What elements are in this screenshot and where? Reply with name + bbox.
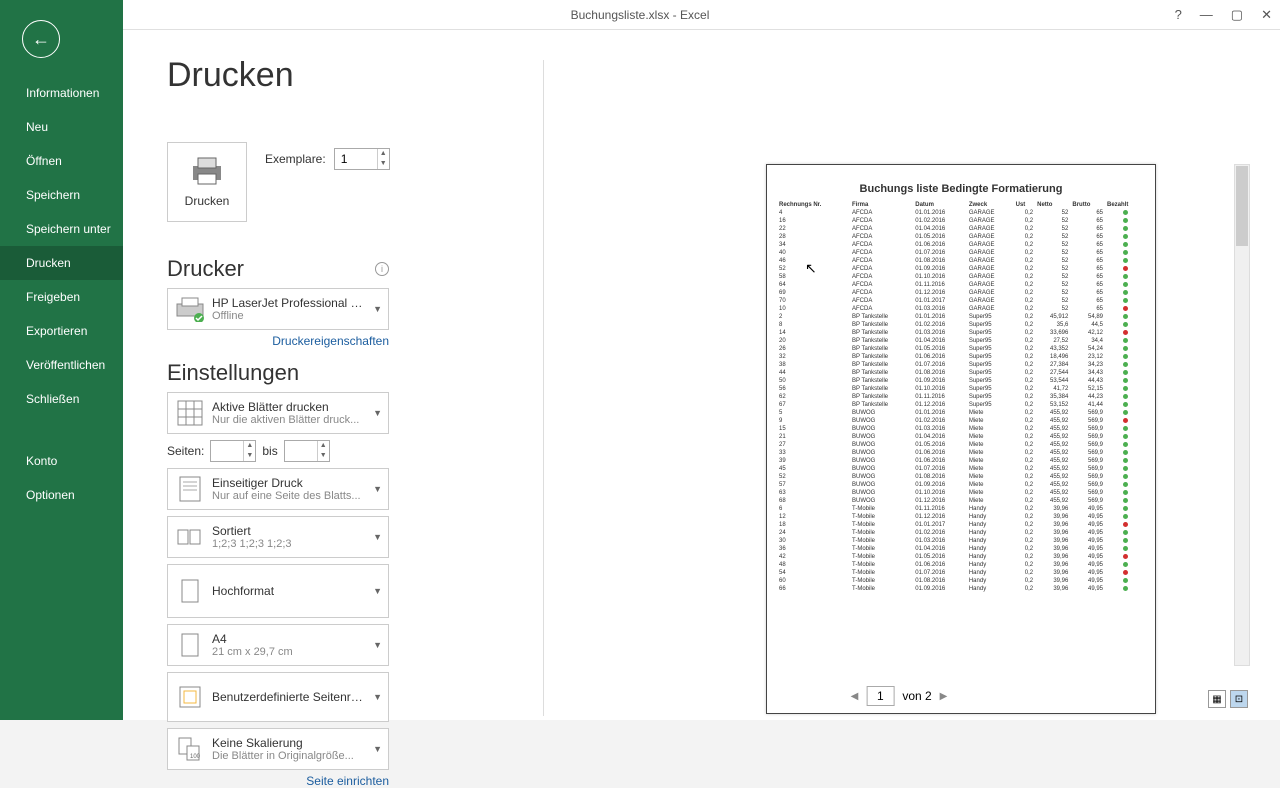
chevron-down-icon: ▼ [373,304,382,314]
close-icon[interactable]: ✕ [1261,7,1272,23]
sidebar-item-optionen[interactable]: Optionen [0,478,123,512]
sides-sub: Nur auf eine Seite des Blatts... [212,490,361,502]
printer-section-header: Drucker [167,256,389,282]
copies-spinner[interactable]: ▲▼ [377,149,389,169]
current-page-input[interactable] [866,686,894,706]
maximize-icon[interactable]: ▢ [1231,7,1243,23]
preview-doc-title: Buchungs liste Bedingte Formatierung [777,183,1145,195]
page-icon [174,629,206,661]
arrow-left-icon: ← [32,29,50,50]
scaling-dropdown[interactable]: 100 Keine SkalierungDie Blätter in Origi… [167,728,389,770]
scroll-thumb[interactable] [1236,166,1248,246]
show-margins-button[interactable]: ▦ [1208,690,1226,708]
info-icon[interactable]: i [375,262,389,276]
collate-sub: 1;2;3 1;2;3 1;2;3 [212,538,292,550]
scaling-title: Keine Skalierung [212,736,354,750]
orientation-dropdown[interactable]: Hochformat ▼ [167,564,389,618]
back-button[interactable]: ← [22,20,60,58]
chevron-down-icon: ▼ [373,408,382,418]
page-total-label: von 2 [902,689,931,703]
sidebar-item-schließen[interactable]: Schließen [0,382,123,416]
scaling-sub: Die Blätter in Originalgröße... [212,750,354,762]
sheets-icon [174,397,206,429]
page-single-icon [174,473,206,505]
margins-title: Benutzerdefinierte Seitenrän... [212,690,368,704]
sidebar-item-veröffentlichen[interactable]: Veröffentlichen [0,348,123,382]
preview-page: Buchungs liste Bedingte Formatierung Rec… [766,164,1156,714]
printer-status: Offline [212,310,368,322]
margins-icon [174,681,206,713]
content-area: Drucken Drucken Exemplare: ▲▼ Drucker i … [123,30,1280,720]
collate-icon [174,521,206,553]
titlebar: Buchungsliste.xlsx - Excel ? — ▢ ✕ [0,0,1280,30]
print-button-label: Drucken [185,194,230,208]
next-page-button[interactable]: ▶ [940,691,948,702]
copies-label: Exemplare: [265,152,326,166]
size-title: A4 [212,632,293,646]
papersize-dropdown[interactable]: A421 cm x 29,7 cm ▼ [167,624,389,666]
sidebar-item-öffnen[interactable]: Öffnen [0,144,123,178]
page-setup-link[interactable]: Seite einrichten [167,774,389,788]
print-preview-area: Buchungs liste Bedingte Formatierung Rec… [543,60,1254,716]
sidebar-item-speichern-unter[interactable]: Speichern unter [0,212,123,246]
minimize-icon[interactable]: — [1200,7,1213,22]
chevron-down-icon: ▼ [373,586,382,596]
svg-text:100: 100 [190,754,201,760]
print-what-title: Aktive Blätter drucken [212,400,359,414]
zoom-to-page-button[interactable]: ⊡ [1230,690,1248,708]
sidebar-item-neu[interactable]: Neu [0,110,123,144]
sides-dropdown[interactable]: Einseitiger DruckNur auf eine Seite des … [167,468,389,510]
collate-dropdown[interactable]: Sortiert1;2;3 1;2;3 1;2;3 ▼ [167,516,389,558]
printer-name: HP LaserJet Professional CP... [212,296,368,310]
settings-section-header: Einstellungen [167,360,389,386]
help-icon[interactable]: ? [1175,7,1182,22]
orientation-title: Hochformat [212,584,274,598]
print-what-dropdown[interactable]: Aktive Blätter drucken Nur die aktiven B… [167,392,389,434]
chevron-down-icon: ▼ [373,640,382,650]
sidebar-item-exportieren[interactable]: Exportieren [0,314,123,348]
chevron-down-icon: ▼ [373,692,382,702]
pages-label: Seiten: [167,444,204,458]
sidebar-item-informationen[interactable]: Informationen [0,76,123,110]
chevron-down-icon: ▼ [373,532,382,542]
chevron-down-icon: ▼ [373,484,382,494]
print-button[interactable]: Drucken [167,142,247,222]
printer-dropdown[interactable]: HP LaserJet Professional CP... Offline ▼ [167,288,389,330]
scaling-icon: 100 [174,733,206,765]
prev-page-button[interactable]: ◀ [851,691,859,702]
preview-table: Rechnungs Nr.FirmaDatumZweckUstNettoBrut… [777,201,1145,593]
page-navigation: ◀ von 2 ▶ [851,686,948,706]
sidebar-item-drucken[interactable]: Drucken [0,246,123,280]
pages-to-label: bis [262,444,277,458]
window-title: Buchungsliste.xlsx - Excel [571,8,710,22]
pages-to-spinner[interactable]: ▲▼ [317,441,329,461]
sidebar-item-konto[interactable]: Konto [0,444,123,478]
preview-scrollbar[interactable] [1234,164,1250,666]
printer-icon [189,156,225,186]
margins-dropdown[interactable]: Benutzerdefinierte Seitenrän... ▼ [167,672,389,722]
print-what-sub: Nur die aktiven Blätter druck... [212,414,359,426]
sidebar-item-speichern[interactable]: Speichern [0,178,123,212]
backstage-sidebar: ← InformationenNeuÖffnenSpeichernSpeiche… [0,0,123,720]
pages-from-spinner[interactable]: ▲▼ [243,441,255,461]
printer-device-icon [174,293,206,325]
chevron-down-icon: ▼ [373,744,382,754]
size-sub: 21 cm x 29,7 cm [212,646,293,658]
portrait-icon [174,575,206,607]
sidebar-item-freigeben[interactable]: Freigeben [0,280,123,314]
collate-title: Sortiert [212,524,292,538]
sides-title: Einseitiger Druck [212,476,361,490]
